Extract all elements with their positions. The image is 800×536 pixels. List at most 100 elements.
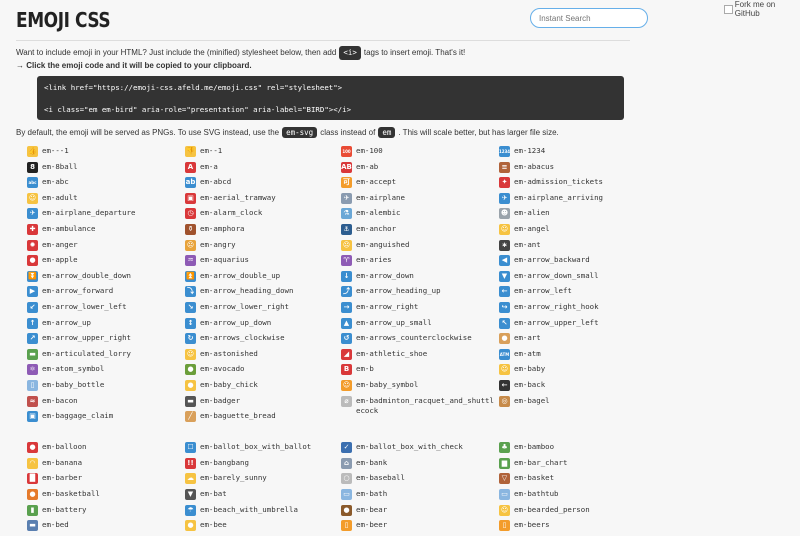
emoji-item[interactable]: ⏫ em-arrow_double_up — [185, 270, 341, 287]
emoji-item[interactable]: ⚛ em-atom_symbol — [27, 364, 185, 380]
emoji-item[interactable]: ● em-avocado — [185, 364, 341, 380]
emoji-item[interactable]: ☺ em-baby_symbol — [341, 379, 499, 396]
emoji-item[interactable]: ▯ em-beer — [341, 520, 499, 536]
emoji-item[interactable]: ≡ em-abacus — [499, 161, 659, 178]
emoji-item[interactable]: ● em-balloon — [27, 442, 185, 458]
emoji-item[interactable]: ▶ em-arrow_forward — [27, 286, 185, 302]
emoji-item[interactable]: ● em-bear — [341, 504, 499, 521]
emoji-item[interactable]: ▣ em-aerial_tramway — [185, 192, 341, 209]
emoji-item[interactable]: 8 em-8ball — [27, 161, 185, 178]
emoji-item[interactable]: ☺ em-adult — [27, 192, 185, 209]
emoji-item[interactable]: ⚓ em-anchor — [341, 223, 499, 240]
emoji-item[interactable]: 1234 em-1234 — [499, 146, 659, 162]
emoji-item[interactable]: 👎 em--1 — [185, 146, 341, 162]
emoji-item[interactable]: ▯ em-baby_bottle — [27, 379, 185, 396]
emoji-item[interactable]: ☂ em-beach_with_umbrella — [185, 504, 341, 521]
emoji-item[interactable]: ☺ em-baby — [499, 364, 659, 380]
emoji-item[interactable]: ATM em-atm — [499, 348, 659, 365]
emoji-item[interactable]: ● em-bee — [185, 520, 341, 536]
emoji-item[interactable]: ⤴ em-arrow_heading_up — [341, 286, 499, 302]
emoji-item[interactable]: ◀ em-arrow_backward — [499, 255, 659, 271]
emoji-item[interactable]: ↕ em-arrow_up_down — [185, 317, 341, 334]
emoji-item[interactable]: ⚱ em-amphora — [185, 223, 341, 240]
emoji-item[interactable]: ↘ em-arrow_lower_right — [185, 301, 341, 318]
emoji-item[interactable]: Bem-b — [341, 364, 499, 380]
emoji-item[interactable]: ab em-abcd — [185, 177, 341, 193]
emoji-item[interactable]: ↖ em-arrow_upper_left — [499, 317, 659, 334]
emoji-item[interactable]: ╱ em-baguette_bread — [185, 411, 341, 427]
emoji-item[interactable]: ↙ em-arrow_lower_left — [27, 301, 185, 318]
emoji-item[interactable]: ▮ em-battery — [27, 504, 185, 521]
emoji-item[interactable]: ♣ em-bamboo — [499, 442, 659, 458]
emoji-item[interactable]: AB em-ab — [341, 161, 499, 178]
emoji-item[interactable]: ♒ em-aquarius — [185, 255, 341, 271]
emoji-item[interactable]: ◷ em-alarm_clock — [185, 208, 341, 224]
emoji-item[interactable]: 100 em-100 — [341, 146, 499, 162]
emoji-item[interactable]: ▬ em-articulated_lorry — [27, 348, 185, 365]
emoji-item[interactable]: ▲ em-arrow_up_small — [341, 317, 499, 334]
emoji-item[interactable]: ✓ em-ballot_box_with_check — [341, 442, 499, 458]
emoji-item[interactable]: ⚗ em-alembic — [341, 208, 499, 224]
emoji-item[interactable]: abc em-abc — [27, 177, 185, 193]
emoji-item[interactable]: ⤵ em-arrow_heading_down — [185, 286, 341, 302]
emoji-item[interactable]: ☐ em-ballot_box_with_ballot — [185, 442, 341, 458]
emoji-item[interactable]: ● em-baby_chick — [185, 379, 341, 396]
emoji-item[interactable]: ↺ em-arrows_counterclockwise — [341, 333, 499, 349]
emoji-item[interactable]: 可 em-accept — [341, 177, 499, 193]
emoji-item[interactable]: ▼ em-arrow_down_small — [499, 270, 659, 287]
emoji-item[interactable]: ✚ em-ambulance — [27, 223, 185, 240]
emoji-item[interactable]: ☹ em-angry — [185, 239, 341, 256]
emoji-item[interactable]: ▯ em-beers — [499, 520, 659, 536]
emoji-item[interactable]: ☻ em-alien — [499, 208, 659, 224]
emoji-item[interactable]: ▭ em-bath — [341, 489, 499, 505]
emoji-item[interactable]: ● em-basketball — [27, 489, 185, 505]
code-snippet[interactable]: <link href="https://emoji-css.afeld.me/e… — [37, 76, 624, 120]
search-input[interactable] — [530, 8, 648, 28]
emoji-item[interactable]: ↪ em-arrow_right_hook — [499, 301, 659, 318]
emoji-item[interactable]: ▆ em-bar_chart — [499, 457, 659, 474]
emoji-item[interactable]: ☺ em-angel — [499, 223, 659, 240]
arrow-left-icon: ← — [499, 286, 510, 298]
emoji-item[interactable]: ▽ em-basket — [499, 473, 659, 489]
emoji-item[interactable]: ← em-back — [499, 379, 659, 396]
emoji-item[interactable]: ✈ em-airplane — [341, 192, 499, 209]
emoji-item[interactable]: ♈ em-aries — [341, 255, 499, 271]
badger-icon: ▬ — [185, 395, 196, 407]
emoji-item[interactable]: ≈ em-bacon — [27, 395, 185, 412]
fork-me-link[interactable]: Fork me on GitHub — [724, 0, 800, 18]
emoji-item[interactable]: ⌂ em-bank — [341, 457, 499, 474]
emoji-item[interactable]: ▣ em-baggage_claim — [27, 411, 185, 427]
emoji-item[interactable]: ✹ em-anger — [27, 239, 185, 256]
emoji-code: em-angry — [200, 239, 236, 249]
emoji-item[interactable]: ☺ em-astonished — [185, 348, 341, 365]
emoji-item[interactable]: ▭ em-bathtub — [499, 489, 659, 505]
emoji-item[interactable]: ○ em-baseball — [341, 473, 499, 489]
emoji-item[interactable]: ▼ em-bat — [185, 489, 341, 505]
emoji-item[interactable]: ▬ em-badger — [185, 395, 341, 412]
emoji-item[interactable]: ↗ em-arrow_upper_right — [27, 333, 185, 349]
emoji-item[interactable]: ● em-apple — [27, 255, 185, 271]
emoji-item[interactable]: Aem-a — [185, 161, 341, 178]
emoji-item[interactable]: ☹ em-anguished — [341, 239, 499, 256]
emoji-item[interactable]: ▬ em-bed — [27, 520, 185, 536]
emoji-item[interactable]: 👍 em---1 — [27, 146, 185, 162]
emoji-item[interactable]: !! em-bangbang — [185, 457, 341, 474]
emoji-item[interactable]: ∗ em-ant — [499, 239, 659, 256]
emoji-item[interactable]: ☺ em-bearded_person — [499, 504, 659, 521]
emoji-item[interactable]: → em-arrow_right — [341, 301, 499, 318]
emoji-item[interactable]: ↑ em-arrow_up — [27, 317, 185, 334]
emoji-item[interactable]: ↻ em-arrows_clockwise — [185, 333, 341, 349]
emoji-item[interactable]: ⌀ em-badminton_racquet_and_shuttlecock — [341, 395, 499, 427]
emoji-item[interactable]: ← em-arrow_left — [499, 286, 659, 302]
emoji-item[interactable]: ✈ em-airplane_departure — [27, 208, 185, 224]
emoji-item[interactable]: █ em-barber — [27, 473, 185, 489]
emoji-item[interactable]: ◎ em-bagel — [499, 395, 659, 412]
emoji-item[interactable]: ◢ em-athletic_shoe — [341, 348, 499, 365]
emoji-item[interactable]: ✈ em-airplane_arriving — [499, 192, 659, 209]
emoji-item[interactable]: ⏬ em-arrow_double_down — [27, 270, 185, 287]
emoji-item[interactable]: ✦ em-admission_tickets — [499, 177, 659, 193]
emoji-item[interactable]: ↓ em-arrow_down — [341, 270, 499, 287]
emoji-item[interactable]: ◠ em-banana — [27, 457, 185, 474]
emoji-item[interactable]: ☁ em-barely_sunny — [185, 473, 341, 489]
emoji-item[interactable]: ● em-art — [499, 333, 659, 349]
